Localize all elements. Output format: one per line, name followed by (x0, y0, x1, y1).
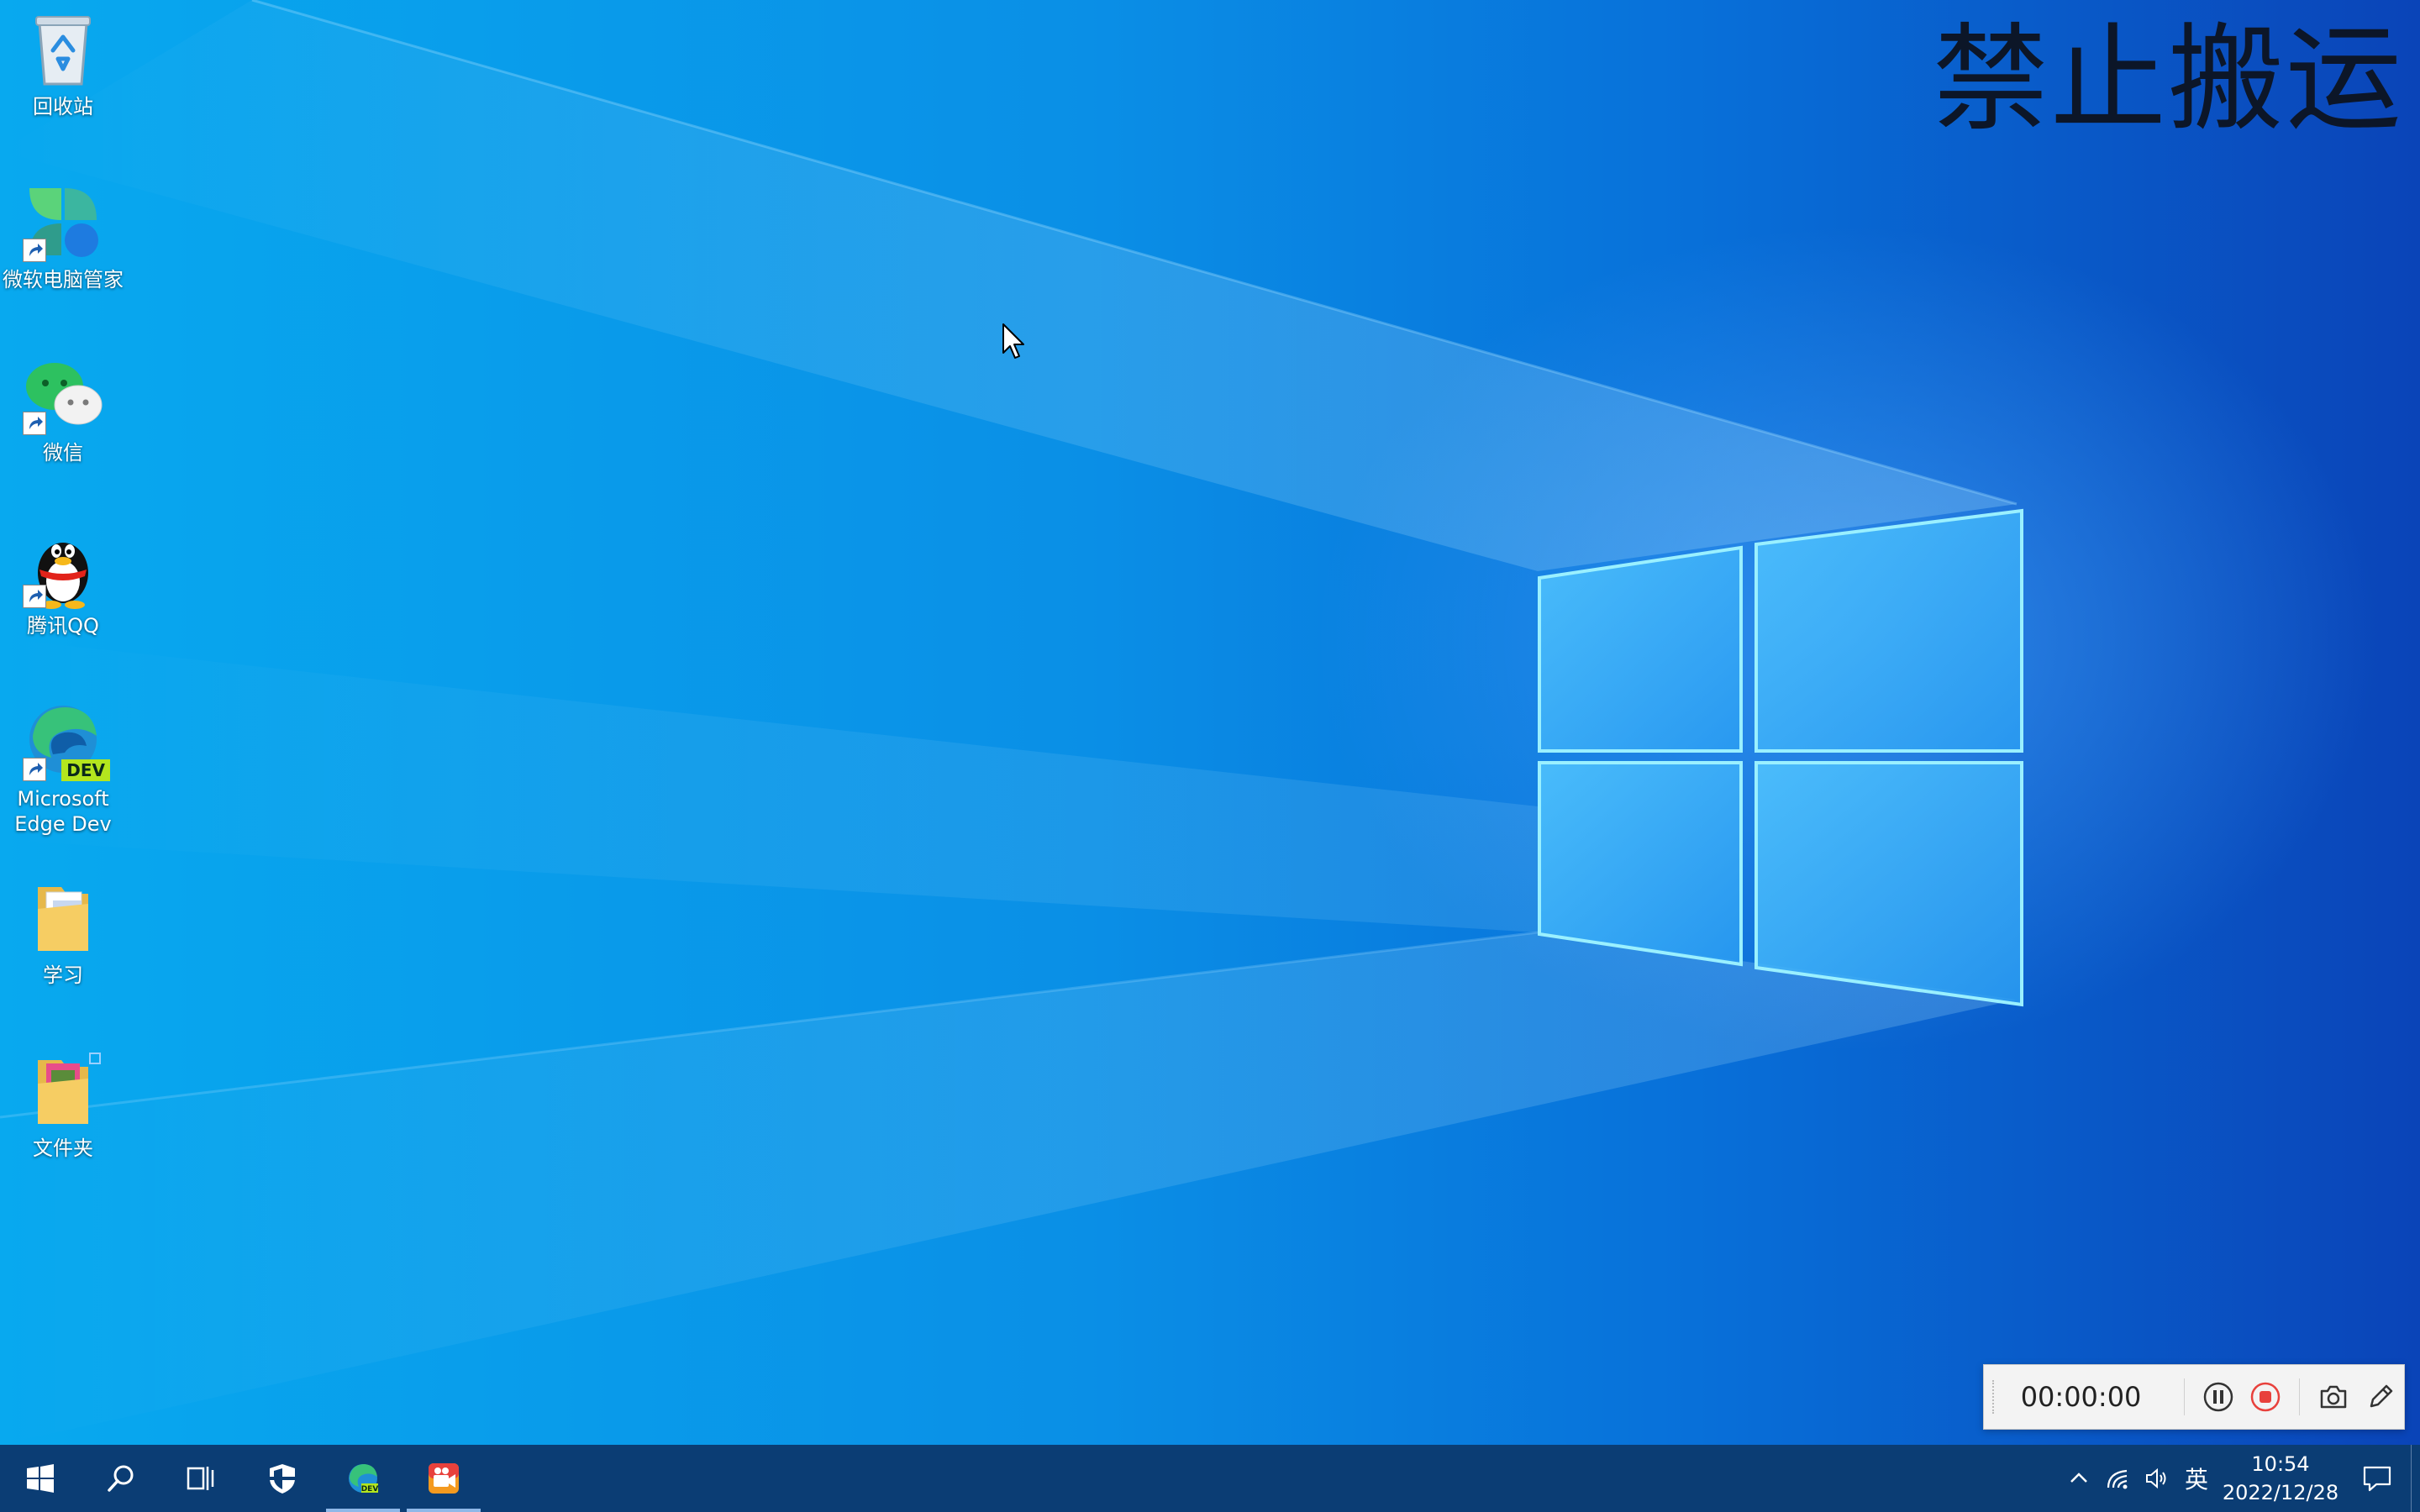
desktop-icon-label: 文件夹 (33, 1137, 93, 1160)
desktop-icon-qq[interactable]: 腾讯QQ (0, 526, 126, 638)
edge-dev-icon: DEV (21, 699, 110, 783)
desktop-icon-label: 回收站 (33, 95, 93, 118)
drag-handle[interactable] (1992, 1380, 2001, 1414)
divider (2299, 1378, 2300, 1415)
shortcut-arrow-icon (23, 412, 46, 435)
desktop-icon-label: Microsoft Edge Dev (14, 787, 112, 836)
input-method-indicator[interactable]: 英 (2175, 1445, 2217, 1512)
shortcut-arrow-icon (23, 585, 46, 608)
video-recorder-icon (429, 1463, 459, 1494)
pause-button[interactable] (2198, 1376, 2238, 1418)
desktop-icon-label: 微软电脑管家 (3, 268, 124, 291)
shortcut-arrow-icon (23, 758, 46, 781)
divider (2184, 1378, 2186, 1415)
recording-timer: 00:00:00 (2020, 1381, 2142, 1413)
recycle-bin-icon (21, 7, 105, 91)
shortcut-arrow-icon (23, 239, 46, 262)
security-shield-icon (270, 1464, 295, 1494)
desktop-icon-pc-manager[interactable]: 微软电脑管家 (0, 180, 126, 292)
annotate-button[interactable] (2360, 1376, 2401, 1418)
network-icon (2107, 1469, 2128, 1489)
clock-time: 10:54 (2251, 1452, 2310, 1476)
watermark-text: 禁止搬运 (1933, 12, 2404, 147)
qq-penguin-icon (21, 526, 105, 610)
folder-icon (21, 1048, 105, 1132)
volume-button[interactable] (2137, 1445, 2175, 1512)
windows-start-icon (27, 1464, 54, 1493)
dev-badge: DEV (61, 759, 110, 781)
wechat-icon (21, 353, 105, 437)
taskbar-security-app[interactable] (242, 1445, 323, 1512)
desktop-icon-study-folder[interactable]: 学习 (0, 875, 126, 988)
taskbar-edge-dev-app[interactable]: DEV (323, 1445, 403, 1512)
desktop-icon-recycle-bin[interactable]: 回收站 (0, 7, 126, 119)
action-center-button[interactable] (2344, 1445, 2411, 1512)
desktop-icon-folder[interactable]: 文件夹 (0, 1048, 126, 1161)
search-button[interactable] (81, 1445, 161, 1512)
clock-date: 2022/12/28 (2222, 1481, 2339, 1504)
dev-badge: DEV (361, 1485, 379, 1494)
folder-icon (21, 875, 105, 959)
clock[interactable]: 10:54 2022/12/28 (2217, 1450, 2344, 1507)
desktop-icon-wechat[interactable]: 微信 (0, 353, 126, 465)
search-icon (108, 1465, 134, 1492)
wallpaper-windows-logo (1538, 508, 2023, 1007)
desktop-icon-label: 腾讯QQ (27, 614, 99, 638)
show-desktop-button[interactable] (2411, 1445, 2420, 1512)
task-view-button[interactable] (161, 1445, 242, 1512)
task-view-icon (187, 1467, 214, 1490)
desktop[interactable]: 禁止搬运 回收站 微软电脑管家 微信 腾讯QQ DEV Microsoft Ed… (0, 0, 2420, 1512)
screen-recorder-toolbar[interactable]: 00:00:00 (1983, 1364, 2405, 1430)
taskbar-video-recorder-app[interactable] (403, 1445, 484, 1512)
system-tray: 英 10:54 2022/12/28 (2060, 1445, 2420, 1512)
edge-dev-icon: DEV (349, 1464, 379, 1494)
chevron-up-icon (2070, 1473, 2087, 1483)
pencil-icon (2370, 1384, 2393, 1408)
show-hidden-icons-button[interactable] (2060, 1445, 2098, 1512)
pause-icon (2203, 1382, 2233, 1412)
stop-icon (2250, 1382, 2281, 1412)
desktop-icon-label: 学习 (43, 963, 83, 987)
volume-icon (2146, 1467, 2166, 1489)
desktop-icon-label: 微信 (43, 441, 83, 465)
pc-manager-icon (21, 180, 105, 264)
stop-button[interactable] (2245, 1376, 2286, 1418)
desktop-icon-edge-dev[interactable]: DEV Microsoft Edge Dev (0, 699, 126, 837)
screenshot-button[interactable] (2313, 1376, 2354, 1418)
camera-icon (2320, 1385, 2347, 1409)
network-button[interactable] (2098, 1445, 2137, 1512)
notification-icon (2363, 1466, 2391, 1492)
wallpaper-light-beams (0, 0, 2018, 1445)
taskbar: DEV 英 10:54 2022/12/28 (0, 1445, 2420, 1512)
mouse-cursor-icon (1002, 323, 1024, 359)
start-button[interactable] (0, 1445, 81, 1512)
